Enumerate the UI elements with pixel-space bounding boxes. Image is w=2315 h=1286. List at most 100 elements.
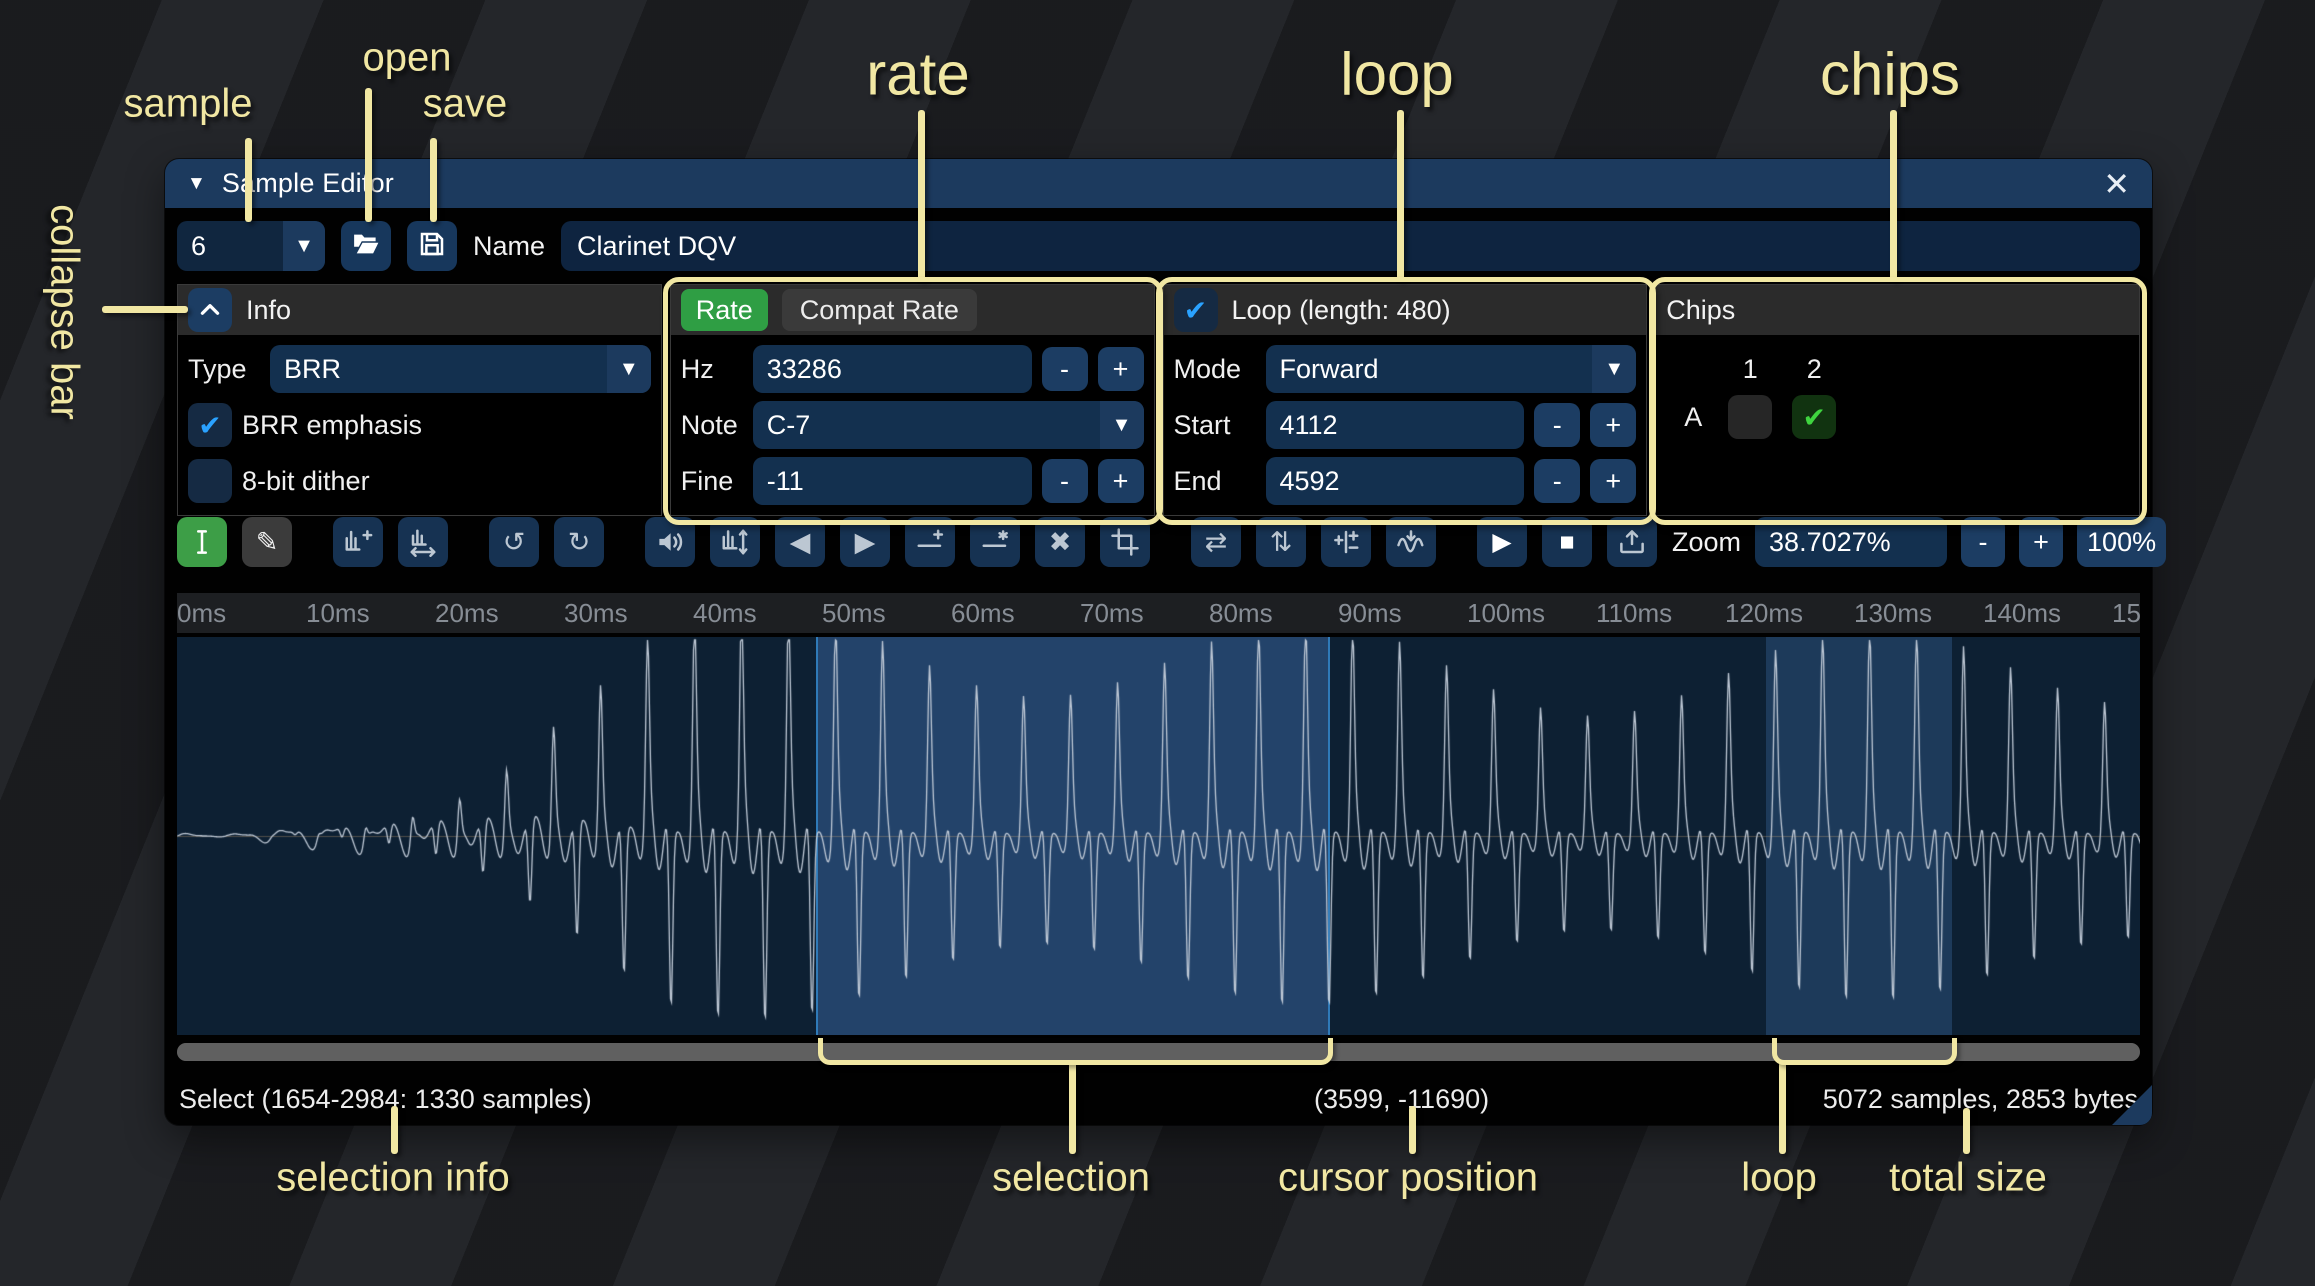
resize-button[interactable] <box>333 517 383 567</box>
loop-region[interactable] <box>1766 637 1952 1035</box>
type-combo[interactable]: BRR ▼ <box>270 345 651 393</box>
hz-minus-button[interactable]: - <box>1042 347 1088 391</box>
sample-name-input[interactable]: Clarinet DQV <box>561 221 2140 271</box>
ruler-tick: 90ms <box>1338 593 1467 633</box>
rate-panel: Rate Compat Rate Hz 33286 - + Note C-7 <box>670 284 1155 516</box>
annotation-line-selection-info <box>391 1106 398 1154</box>
note-label: Note <box>681 410 743 441</box>
insert-silence-icon <box>915 527 945 557</box>
preview-button[interactable]: ▶ <box>1477 517 1527 567</box>
hz-plus-button[interactable]: + <box>1098 347 1144 391</box>
annotation-save: save <box>423 82 508 127</box>
annotation-line-loop-marker <box>1779 1062 1786 1154</box>
window-titlebar[interactable]: ▼ Sample Editor ✕ <box>165 159 2152 208</box>
loop-end-plus-button[interactable]: + <box>1590 459 1636 503</box>
chips-panel-title: Chips <box>1666 295 1735 326</box>
loop-mode-combo[interactable]: Forward ▼ <box>1266 345 1637 393</box>
fade-in-button[interactable]: ◀ <box>775 517 825 567</box>
hz-label: Hz <box>681 354 743 385</box>
undo-button[interactable]: ↺ <box>489 517 539 567</box>
fine-plus-button[interactable]: + <box>1098 459 1144 503</box>
sample-selector[interactable]: 6 ▼ <box>177 221 325 271</box>
chips-panel-header: Chips <box>1656 285 2139 335</box>
open-button[interactable] <box>341 221 391 271</box>
tab-compat-rate[interactable]: Compat Rate <box>782 289 977 331</box>
zoom-input[interactable]: 38.7027% <box>1755 517 1947 567</box>
insert-silence-button[interactable] <box>905 517 955 567</box>
apply-silence-button[interactable] <box>970 517 1020 567</box>
chips-grid: 1 2 A ✔ <box>1666 345 2129 441</box>
stop-preview-button[interactable]: ■ <box>1542 517 1592 567</box>
name-label: Name <box>473 231 545 262</box>
filter-button[interactable] <box>1386 517 1436 567</box>
panels-row: Info Type BRR ▼ ✔ BRR emphasis <box>177 284 2140 516</box>
tab-rate[interactable]: Rate <box>681 289 768 331</box>
draw-mode-button[interactable]: ✎ <box>242 517 292 567</box>
loop-checkbox[interactable]: ✔ <box>1174 288 1218 332</box>
chevron-down-icon: ▼ <box>607 345 651 393</box>
resample-button[interactable] <box>398 517 448 567</box>
mode-label: Mode <box>1174 354 1256 385</box>
sample-selector-value: 6 <box>177 221 283 271</box>
chip-2-checkbox[interactable]: ✔ <box>1792 395 1836 439</box>
filter-icon <box>1396 527 1426 557</box>
amplify-button[interactable] <box>645 517 695 567</box>
time-ruler[interactable]: 0ms10ms20ms30ms40ms50ms60ms70ms80ms90ms1… <box>177 593 2140 633</box>
delete-button[interactable]: ✖ <box>1035 517 1085 567</box>
zoom-reset-button[interactable]: 100% <box>2077 517 2166 567</box>
trim-button[interactable] <box>1100 517 1150 567</box>
loop-end-minus-button[interactable]: - <box>1534 459 1580 503</box>
sample-editor-window: ▼ Sample Editor ✕ 6 ▼ Name Clarinet DQV <box>165 159 2152 1125</box>
brr-emphasis-checkbox[interactable]: ✔ <box>188 403 232 447</box>
type-label: Type <box>188 354 260 385</box>
select-mode-button[interactable] <box>177 517 227 567</box>
redo-button[interactable]: ↻ <box>554 517 604 567</box>
sign-button[interactable] <box>1321 517 1371 567</box>
ruler-tick: 130ms <box>1854 593 1983 633</box>
loop-start-plus-button[interactable]: + <box>1590 403 1636 447</box>
selection-region[interactable] <box>816 637 1330 1035</box>
reverse-button[interactable]: ⇄ <box>1191 517 1241 567</box>
fine-label: Fine <box>681 466 743 497</box>
chevron-down-icon[interactable]: ▼ <box>283 221 325 271</box>
annotation-selection: selection <box>992 1156 1150 1201</box>
ruler-tick: 0ms <box>177 593 306 633</box>
loop-start-input[interactable]: 4112 <box>1266 401 1525 449</box>
fade-out-icon: ▶ <box>855 527 876 558</box>
ruler-tick: 10ms <box>306 593 435 633</box>
floppy-save-icon <box>417 229 447 264</box>
chip-1-checkbox[interactable] <box>1728 395 1772 439</box>
invert-button[interactable]: ⇅ <box>1256 517 1306 567</box>
amplify-icon <box>655 527 685 557</box>
zoom-out-button[interactable]: - <box>1961 517 2005 567</box>
save-button[interactable] <box>407 221 457 271</box>
note-combo-value: C-7 <box>753 401 1100 449</box>
create-instrument-button[interactable] <box>1607 517 1657 567</box>
chip-row-label: A <box>1674 402 1702 433</box>
chevron-down-icon: ▼ <box>1592 345 1636 393</box>
ruler-tick: 60ms <box>951 593 1080 633</box>
normalize-button[interactable] <box>710 517 760 567</box>
waveform-view[interactable] <box>177 637 2140 1035</box>
loop-start-minus-button[interactable]: - <box>1534 403 1580 447</box>
fine-minus-button[interactable]: - <box>1042 459 1088 503</box>
ruler-tick: 150ms <box>2112 593 2140 633</box>
zoom-in-button[interactable]: + <box>2019 517 2063 567</box>
hz-input[interactable]: 33286 <box>753 345 1032 393</box>
fine-input[interactable]: -11 <box>753 457 1032 505</box>
select-mode-icon <box>187 527 217 557</box>
edit-toolbar: ✎↺↻◀▶✖⇄⇅▶■ Zoom 38.7027% - + 100% <box>177 517 2140 567</box>
close-icon[interactable]: ✕ <box>2103 168 2130 200</box>
collapse-bar-button[interactable] <box>188 288 232 332</box>
note-combo[interactable]: C-7 ▼ <box>753 401 1144 449</box>
loop-end-input[interactable]: 4592 <box>1266 457 1525 505</box>
chip-column-1: 1 <box>1743 354 1758 385</box>
dither-checkbox[interactable] <box>188 459 232 503</box>
brr-emphasis-label: BRR emphasis <box>242 410 422 441</box>
apply-silence-icon <box>980 527 1010 557</box>
selection-info-text: Select (1654-2984: 1330 samples) <box>179 1079 592 1119</box>
window-collapse-icon[interactable]: ▼ <box>187 173 206 195</box>
chips-panel: Chips 1 2 A ✔ <box>1655 284 2140 516</box>
fade-in-icon: ◀ <box>790 527 811 558</box>
fade-out-button[interactable]: ▶ <box>840 517 890 567</box>
